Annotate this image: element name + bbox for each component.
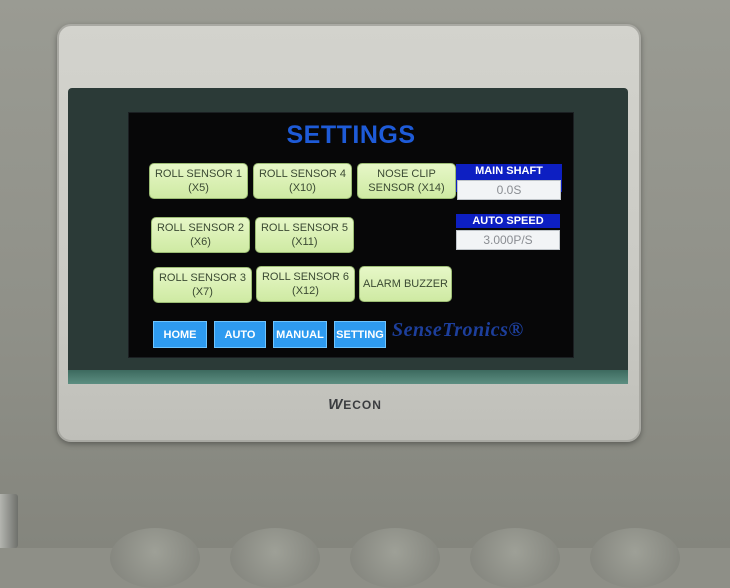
cable-gland bbox=[590, 528, 680, 588]
nav-home-button[interactable]: HOME bbox=[153, 321, 207, 348]
cable-gland bbox=[470, 528, 560, 588]
button-label: ROLL SENSOR 5 (X11) bbox=[260, 222, 348, 248]
alarm-buzzer-button[interactable]: ALARM BUZZER bbox=[359, 266, 452, 302]
roll-sensor-3-button[interactable]: ROLL SENSOR 3 (X7) bbox=[153, 267, 252, 303]
button-label: ROLL SENSOR 4 (X10) bbox=[258, 168, 346, 194]
roll-sensor-6-button[interactable]: ROLL SENSOR 6 (X12) bbox=[256, 266, 355, 302]
roll-sensor-1-button[interactable]: ROLL SENSOR 1 (X5) bbox=[149, 163, 248, 199]
brand-logo: SenseTronics® bbox=[392, 319, 524, 341]
nose-clip-sensor-button[interactable]: NOSE CLIP SENSOR (X14) bbox=[357, 163, 456, 199]
nav-manual-button[interactable]: MANUAL bbox=[273, 321, 327, 348]
door-handle bbox=[0, 494, 18, 548]
page-title: SETTINGS bbox=[286, 121, 416, 149]
button-label: ROLL SENSOR 6 (X12) bbox=[261, 271, 349, 297]
button-label: NOSE CLIP SENSOR (X14) bbox=[368, 168, 445, 194]
button-label: ROLL SENSOR 2 (X6) bbox=[156, 222, 244, 248]
cable-gland bbox=[230, 528, 320, 588]
hmi-screen: SETTINGS ROLL SENSOR 1 (X5) ROLL SENSOR … bbox=[128, 112, 574, 358]
button-label: ROLL SENSOR 3 (X7) bbox=[158, 272, 246, 298]
roll-sensor-2-button[interactable]: ROLL SENSOR 2 (X6) bbox=[151, 217, 250, 253]
button-label: ROLL SENSOR 1 (X5) bbox=[154, 168, 242, 194]
auto-speed-label: AUTO SPEED bbox=[456, 214, 560, 228]
nav-setting-button[interactable]: SETTING bbox=[334, 321, 386, 348]
roll-sensor-5-button[interactable]: ROLL SENSOR 5 (X11) bbox=[255, 217, 354, 253]
manufacturer-logo: WECON bbox=[328, 396, 382, 413]
cable-gland bbox=[110, 528, 200, 588]
button-label: ALARM BUZZER bbox=[363, 278, 448, 290]
main-shaft-delay-field[interactable]: 0.0S bbox=[457, 180, 561, 200]
auto-speed-field[interactable]: 3.000P/S bbox=[456, 230, 560, 250]
screen-frame-strip bbox=[68, 370, 628, 384]
cable-gland bbox=[350, 528, 440, 588]
nav-auto-button[interactable]: AUTO bbox=[214, 321, 266, 348]
roll-sensor-4-button[interactable]: ROLL SENSOR 4 (X10) bbox=[253, 163, 352, 199]
